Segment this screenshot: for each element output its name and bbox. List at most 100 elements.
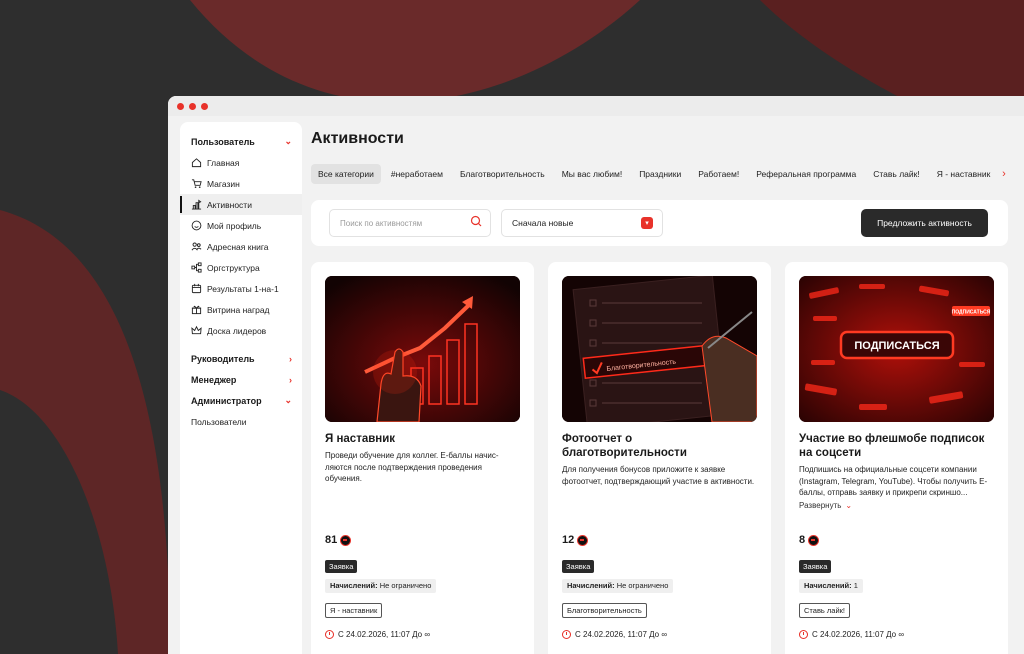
sidebar-item-activities[interactable]: Активности	[180, 194, 302, 215]
sidebar-item-label: Оргструктура	[207, 262, 260, 273]
type-badge: Заявка	[799, 560, 832, 573]
clock-icon	[562, 630, 571, 639]
limit-info: Начислений: 1	[799, 579, 863, 593]
points-value: 12	[562, 534, 575, 546]
gift-icon	[190, 304, 202, 316]
category-tag[interactable]: Я - наставник	[325, 603, 383, 618]
card-description: Проведи обучение для коллег. Е-баллы нач…	[325, 451, 499, 483]
card-title: Участие во флешмобе подписок на соцсети	[799, 433, 985, 459]
clock-icon	[325, 630, 334, 639]
sidebar-section-label: Пользователь	[191, 136, 255, 147]
sort-select[interactable]: Сначала новые ▾	[501, 209, 663, 237]
sidebar-item-label: Мой профиль	[207, 220, 262, 231]
sidebar-item-label: Витрина наград	[207, 304, 270, 315]
tab-charity[interactable]: Благотворительность	[453, 164, 552, 184]
propose-activity-button[interactable]: Предложить активность	[861, 209, 988, 237]
coin-icon	[340, 534, 352, 546]
limit-value: Не ограничено	[616, 581, 669, 590]
points: 8	[799, 532, 994, 548]
coin-icon	[577, 534, 589, 546]
category-tag[interactable]: Благотворительность	[562, 603, 647, 618]
sidebar-section-user[interactable]: Пользователь ⌄	[180, 131, 302, 152]
date-text: С 24.02.2026, 11:07 До ∞	[338, 630, 431, 639]
date-range: С 24.02.2026, 11:07 До ∞	[325, 630, 430, 639]
sidebar-item-profile[interactable]: Мой профиль	[180, 215, 302, 236]
tab-we-love-you[interactable]: Мы вас любим!	[555, 164, 629, 184]
checklist-image: Благотворительность	[562, 276, 757, 422]
card-title: Я наставник	[325, 433, 396, 445]
chevron-down-icon: ⌄	[284, 395, 292, 405]
title-bar	[168, 96, 1024, 116]
sidebar-item-address-book[interactable]: Адресная книга	[180, 236, 302, 257]
points: 12	[562, 532, 757, 548]
close-window-button[interactable]	[177, 102, 184, 110]
sidebar-section-label: Менеджер	[191, 374, 237, 385]
chevron-down-icon: ⌄	[845, 500, 853, 510]
search-input[interactable]	[340, 218, 465, 228]
card-title: Фотоотчет о благотворительности	[562, 433, 687, 459]
subscribe-small-label: ПОДПИСАТЬСЯ	[952, 310, 991, 316]
app-window: Пользователь ⌄ Главная Магазин Активност…	[168, 96, 1024, 654]
card-description: Подпишись на официальные соцсети компани…	[799, 465, 988, 497]
activity-icon	[190, 199, 202, 211]
main-content: Активности Все категории #неработаем Бла…	[311, 122, 1024, 654]
card-footer: 12 Заявка Начислений: Не ограничено Благ…	[562, 532, 757, 639]
tab-referral[interactable]: Реферальная программа	[749, 164, 863, 184]
category-tag[interactable]: Ставь лайк!	[799, 603, 851, 618]
sidebar-item-label: Главная	[207, 157, 240, 168]
activity-card[interactable]: Благотворительность Фотоотчет о благотво…	[548, 262, 771, 654]
sidebar-item-leaderboard[interactable]: Доска лидеров	[180, 320, 302, 341]
activity-cards: Я наставник Проведи обучение для коллег.…	[311, 262, 1008, 654]
chevron-down-icon: ⌄	[284, 136, 292, 146]
category-tabs: Все категории #неработаем Благотворитель…	[311, 164, 1016, 184]
calendar-icon	[190, 283, 202, 295]
chart-growth-hand-image	[325, 276, 520, 422]
sidebar-section-admin[interactable]: Администратор ⌄	[180, 390, 302, 411]
limit-info: Начислений: Не ограничено	[325, 579, 437, 593]
activity-card[interactable]: ПОДПИСАТЬСЯ ПОДПИСАТЬСЯ Участие во флешм…	[785, 262, 1008, 654]
chevron-right-icon: ›	[289, 374, 292, 385]
cart-icon	[190, 178, 202, 190]
tab-mentor[interactable]: Я - наставник	[930, 164, 998, 184]
filter-bar: Сначала новые ▾ Предложить активность	[311, 200, 1008, 246]
tab-like[interactable]: Ставь лайк!	[866, 164, 926, 184]
chevron-right-icon: ›	[289, 353, 292, 364]
tab-nerabotaem[interactable]: #неработаем	[384, 164, 450, 184]
sidebar-item-home[interactable]: Главная	[180, 152, 302, 173]
sidebar-section-leader[interactable]: Руководитель ›	[180, 348, 302, 369]
sidebar-item-label: Доска лидеров	[207, 325, 267, 336]
sidebar-section-label: Руководитель	[191, 353, 255, 364]
sidebar-item-label: Результаты 1-на-1	[207, 283, 279, 294]
limit-value: Не ограничено	[379, 581, 432, 590]
tab-holidays[interactable]: Праздники	[632, 164, 688, 184]
sidebar-item-one-on-one[interactable]: Результаты 1-на-1	[180, 278, 302, 299]
sidebar-item-shop[interactable]: Магазин	[180, 173, 302, 194]
tab-working[interactable]: Работаем!	[691, 164, 746, 184]
card-footer: 8 Заявка Начислений: 1 Ставь лайк! С 24.…	[799, 532, 994, 639]
sidebar-section-label: Администратор	[191, 395, 262, 406]
clock-icon	[799, 630, 808, 639]
tab-all-categories[interactable]: Все категории	[311, 164, 381, 184]
card-description: Для получения бонусов приложите к заявке…	[562, 465, 755, 486]
minimize-window-button[interactable]	[189, 102, 196, 110]
maximize-window-button[interactable]	[201, 102, 208, 110]
sidebar-section-manager[interactable]: Менеджер ›	[180, 369, 302, 390]
sidebar-item-label: Магазин	[207, 178, 240, 189]
sidebar-item-label: Адресная книга	[207, 241, 269, 252]
expand-button[interactable]: Развернуть ⌄	[799, 501, 994, 510]
org-icon	[190, 262, 202, 274]
subscribe-buttons-image: ПОДПИСАТЬСЯ ПОДПИСАТЬСЯ	[799, 276, 994, 422]
tabs-scroll-right-button[interactable]: ›	[996, 164, 1012, 184]
people-icon	[190, 241, 202, 253]
points: 81	[325, 532, 520, 548]
type-badge: Заявка	[325, 560, 358, 573]
sidebar-item-org-structure[interactable]: Оргструктура	[180, 257, 302, 278]
activity-card[interactable]: Я наставник Проведи обучение для коллег.…	[311, 262, 534, 654]
sidebar-item-users[interactable]: Пользователи	[180, 411, 302, 432]
limit-info: Начислений: Не ограничено	[562, 579, 674, 593]
coin-icon	[808, 534, 820, 546]
smile-icon	[190, 220, 202, 232]
search-icon[interactable]	[470, 214, 482, 232]
sidebar-item-rewards[interactable]: Витрина наград	[180, 299, 302, 320]
